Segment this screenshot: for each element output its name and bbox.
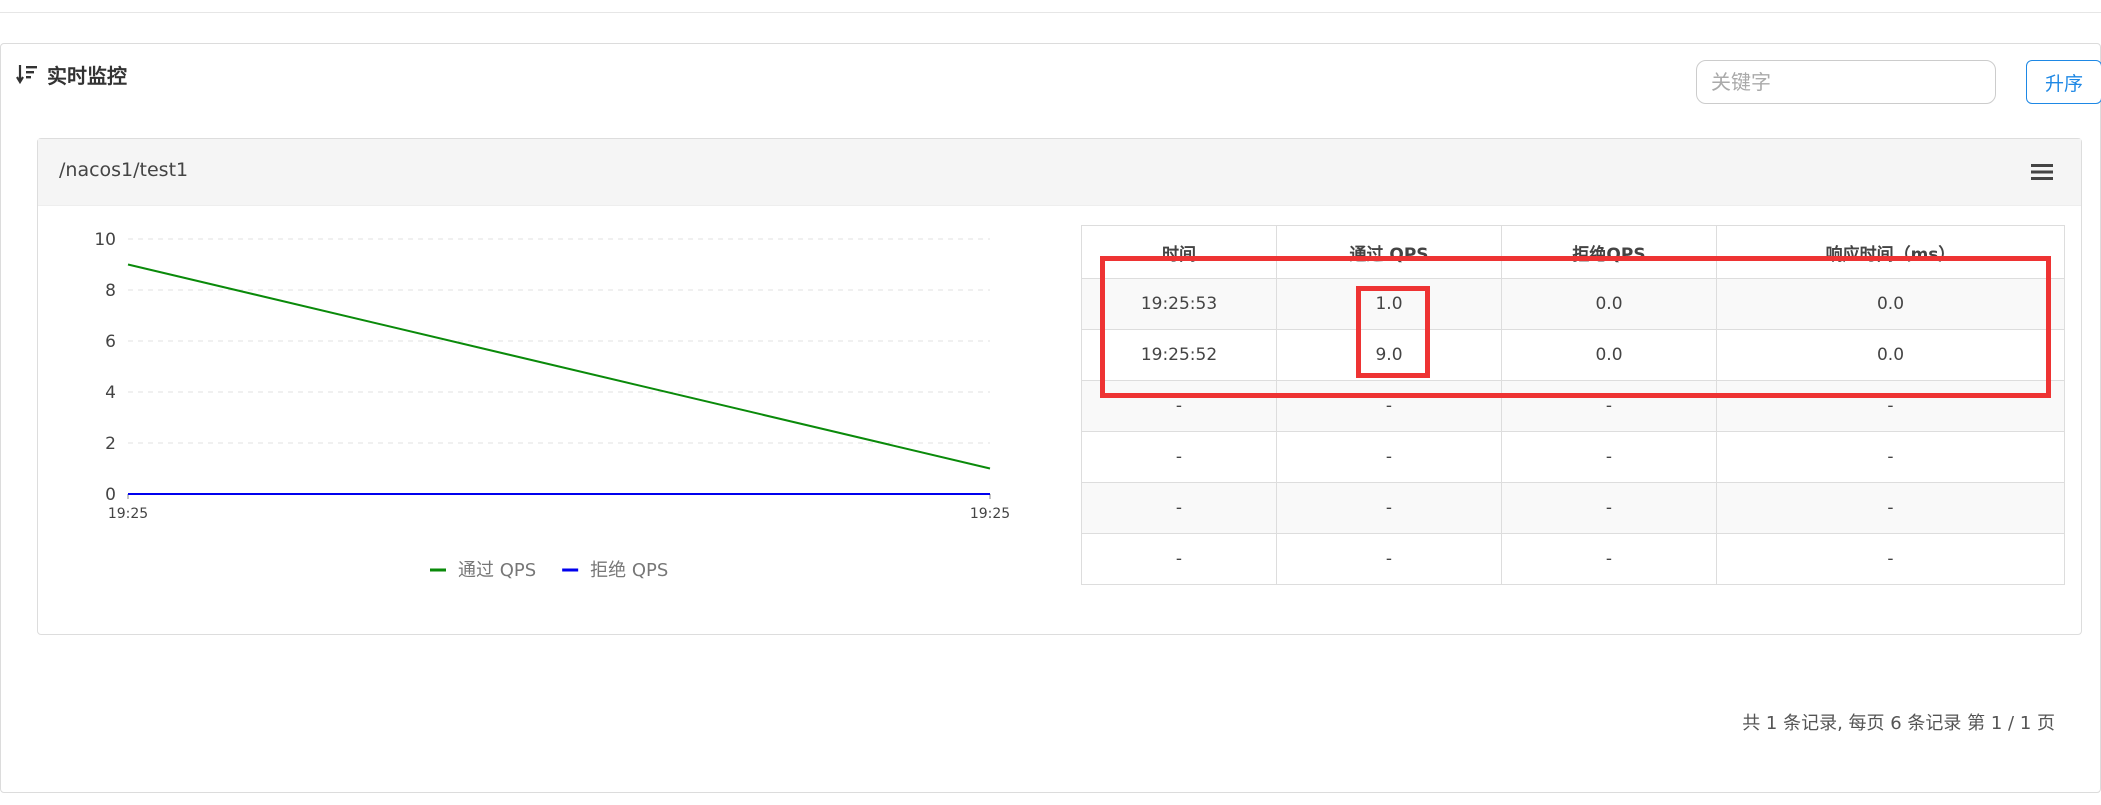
pagination-info: 共 1 条记录, 每页 6 条记录 第 1 / 1 页	[1742, 713, 2055, 734]
table-row: 19:25:52 9.0 0.0 0.0	[1081, 329, 2065, 381]
table-row: 19:25:53 1.0 0.0 0.0	[1081, 278, 2065, 330]
sort-ascending-button[interactable]: 升序	[2026, 60, 2101, 104]
cell-response-time: 0.0	[1716, 278, 2065, 330]
legend-label-pass-qps: 通过 QPS	[458, 560, 536, 581]
cell-response-time: -	[1716, 431, 2065, 483]
x-tick-label: 19:25	[970, 506, 1010, 522]
cell-block-qps: 0.0	[1501, 329, 1717, 381]
cell-response-time: -	[1716, 482, 2065, 534]
cell-time: -	[1081, 482, 1277, 534]
cell-time: -	[1081, 380, 1277, 432]
cell-pass-qps: -	[1276, 533, 1502, 585]
cell-block-qps: -	[1501, 482, 1717, 534]
y-tick-label: 0	[105, 485, 116, 505]
y-tick-label: 10	[94, 230, 116, 250]
panel-title: 实时监控	[47, 63, 127, 88]
cell-response-time: -	[1716, 533, 2065, 585]
resource-name: /nacos1/test1	[59, 159, 189, 181]
cell-pass-qps: 9.0	[1276, 329, 1502, 381]
sort-icon	[16, 65, 37, 85]
y-tick-label: 8	[105, 281, 116, 301]
y-tick-label: 4	[105, 383, 116, 403]
cell-response-time: 0.0	[1716, 329, 2065, 381]
series-line-pass-qps	[127, 263, 991, 470]
table-row: - - - -	[1081, 431, 2065, 483]
cell-pass-qps: -	[1276, 380, 1502, 432]
cell-time: -	[1081, 431, 1277, 483]
y-tick-label: 2	[105, 434, 116, 454]
table-header-row: 时间 通过 QPS 拒绝QPS 响应时间（ms）	[1081, 225, 2065, 279]
header-block-qps: 拒绝QPS	[1501, 225, 1717, 279]
header-time: 时间	[1081, 225, 1277, 279]
panel-heading: 实时监控	[15, 60, 127, 88]
cell-time: 19:25:53	[1081, 278, 1277, 330]
table-row: - - - -	[1081, 482, 2065, 534]
table-row: - - - -	[1081, 533, 2065, 585]
cell-pass-qps: -	[1276, 482, 1502, 534]
menu-icon[interactable]	[2031, 163, 2053, 181]
cell-pass-qps: 1.0	[1276, 278, 1502, 330]
header-pass-qps: 通过 QPS	[1276, 225, 1502, 279]
header-response-time: 响应时间（ms）	[1716, 225, 2065, 279]
cell-time: -	[1081, 533, 1277, 585]
legend-label-block-qps: 拒绝 QPS	[590, 560, 668, 581]
keyword-search-input[interactable]	[1696, 60, 1996, 104]
cell-pass-qps: -	[1276, 431, 1502, 483]
cell-block-qps: -	[1501, 533, 1717, 585]
monitor-table: 时间 通过 QPS 拒绝QPS 响应时间（ms） 19:25:53 1.0 0.…	[1081, 225, 2065, 585]
resource-header: /nacos1/test1	[38, 139, 2081, 206]
top-divider	[0, 0, 2101, 13]
cell-block-qps: -	[1501, 431, 1717, 483]
cell-response-time: -	[1716, 380, 2065, 432]
table-row: - - - -	[1081, 380, 2065, 432]
cell-time: 19:25:52	[1081, 329, 1277, 381]
cell-block-qps: 0.0	[1501, 278, 1717, 330]
qps-line-chart: 0 2 4 6 8 10 19:25 19:25 通过 QPS 拒绝 QPS	[94, 230, 1010, 581]
cell-block-qps: -	[1501, 380, 1717, 432]
x-tick-label: 19:25	[108, 506, 148, 522]
y-tick-label: 6	[105, 332, 116, 352]
